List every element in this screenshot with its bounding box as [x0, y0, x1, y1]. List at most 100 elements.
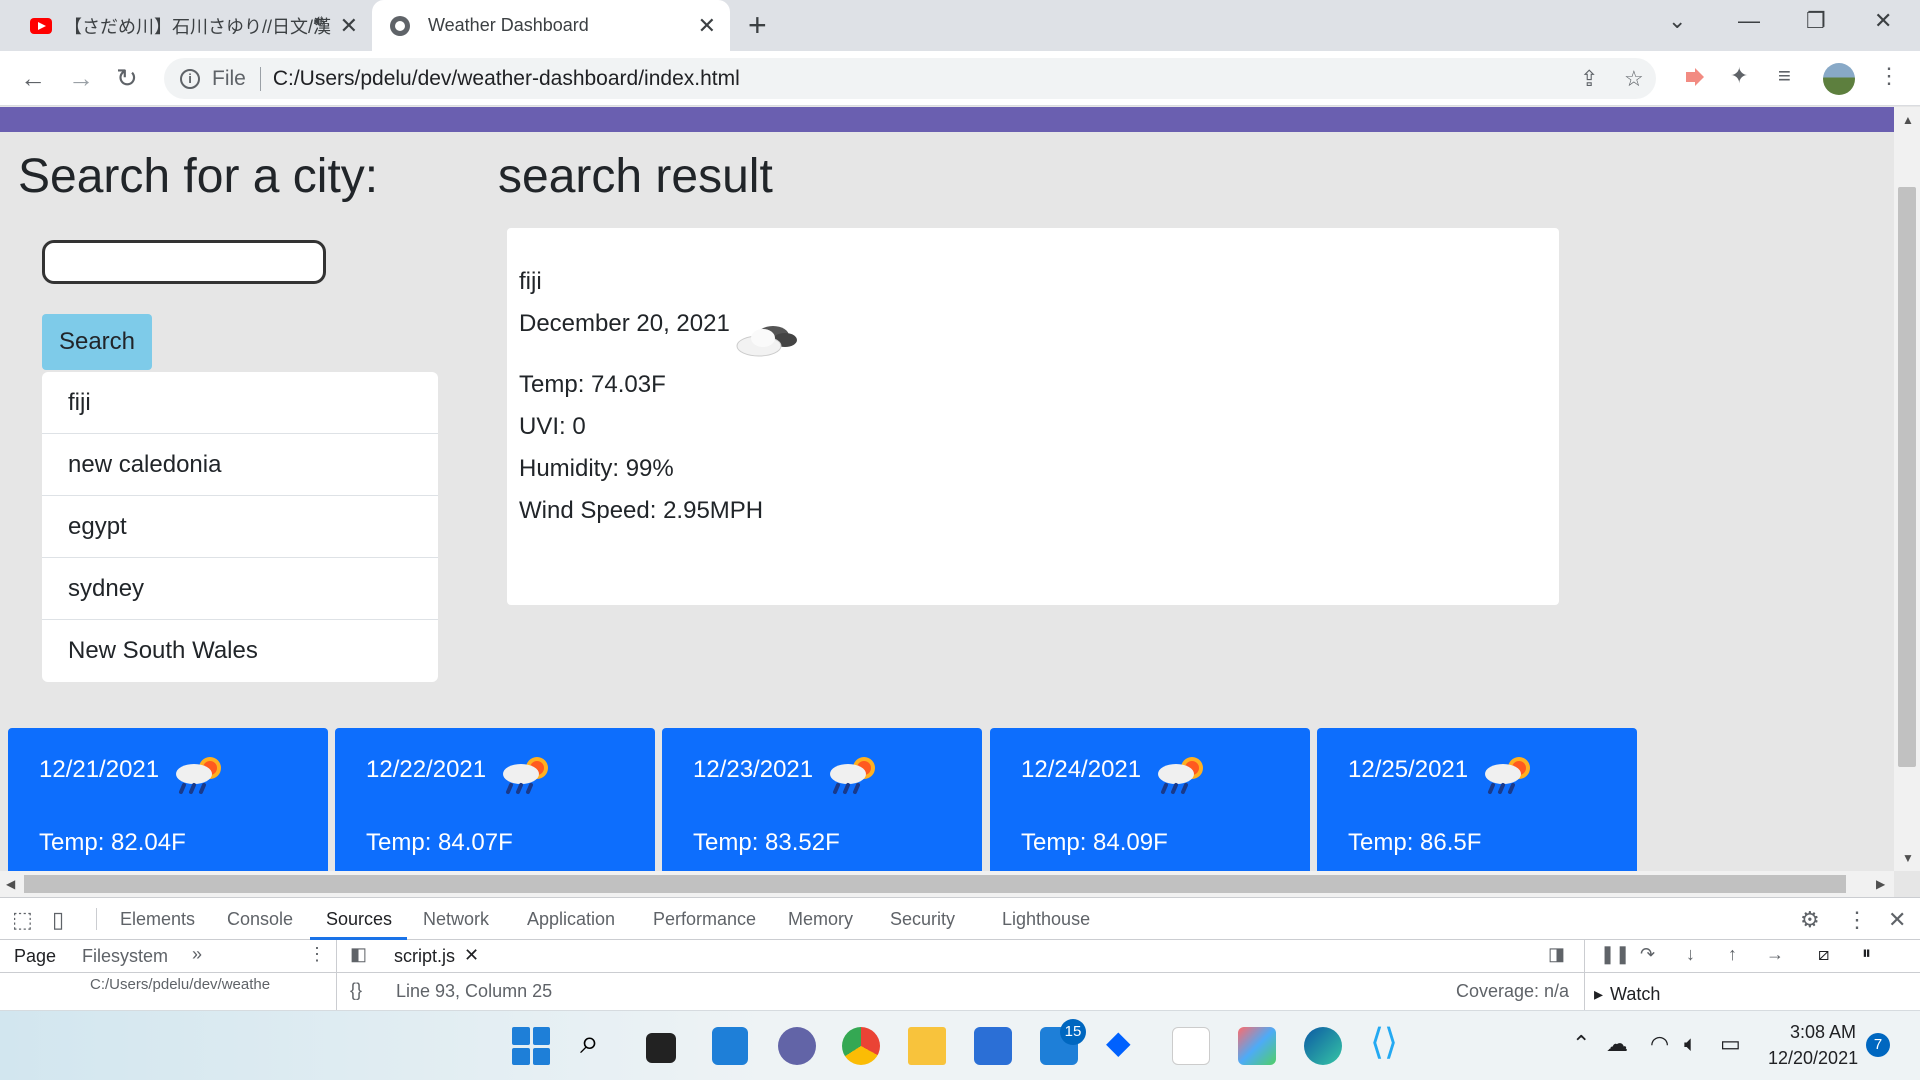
forward-button[interactable]: → — [68, 63, 94, 94]
history-item[interactable]: new caledonia — [42, 434, 438, 496]
reload-button[interactable]: ↻ — [116, 63, 138, 94]
menu-kebab-icon[interactable]: ⋮ — [1878, 63, 1900, 89]
tab-console[interactable]: Console — [227, 909, 293, 930]
media-control-icon[interactable]: ≡ — [1778, 63, 1791, 89]
battery-icon[interactable]: ▭ — [1720, 1031, 1741, 1057]
tab-network[interactable]: Network — [423, 909, 489, 930]
navigator-tab-filesystem[interactable]: Filesystem — [82, 946, 168, 967]
volume-icon[interactable]: 🔈︎ — [1684, 1031, 1697, 1057]
scroll-left-arrow-icon[interactable]: ◀ — [6, 877, 15, 891]
wifi-icon[interactable]: ◠ — [1650, 1031, 1669, 1057]
start-menu-icon[interactable] — [512, 1027, 550, 1065]
more-options-icon[interactable]: ⋮ — [1846, 907, 1868, 933]
extensions-puzzle-icon[interactable]: ✦ — [1730, 63, 1748, 89]
onedrive-icon[interactable]: ☁ — [1606, 1031, 1628, 1057]
pause-icon[interactable]: ❚❚ — [1600, 944, 1630, 965]
show-hidden-icons-chevron[interactable]: ⌃ — [1572, 1031, 1590, 1057]
file-explorer-icon[interactable] — [908, 1027, 946, 1065]
tab-security[interactable]: Security — [890, 909, 955, 930]
audio-playing-icon[interactable]: 🔊︎ — [314, 13, 324, 31]
vscode-icon[interactable]: ⟨⟩ — [1370, 1021, 1408, 1062]
vertical-scroll-thumb[interactable] — [1898, 187, 1916, 767]
scroll-down-arrow-icon[interactable]: ▼ — [1902, 851, 1914, 865]
horizontal-scrollbar[interactable]: ◀ ▶ — [0, 871, 1894, 897]
scroll-right-arrow-icon[interactable]: ▶ — [1876, 877, 1885, 891]
tab-application[interactable]: Application — [527, 909, 615, 930]
bookmark-star-icon[interactable]: ☆ — [1624, 66, 1644, 92]
url-divider — [259, 66, 261, 91]
scroll-up-arrow-icon[interactable]: ▲ — [1902, 113, 1914, 127]
result-heading: search result — [498, 150, 773, 203]
vertical-scrollbar[interactable]: ▲ ▼ — [1894, 107, 1920, 871]
toggle-navigator-icon[interactable]: ◧ — [350, 944, 367, 965]
history-item[interactable]: sydney — [42, 558, 438, 620]
step-out-icon[interactable]: ↑ — [1728, 944, 1737, 965]
tab-weather-dashboard[interactable]: Weather Dashboard ✕ — [372, 0, 730, 51]
tab-search-chevron-icon[interactable]: ⌄ — [1668, 8, 1686, 34]
close-window-button[interactable]: ✕ — [1874, 8, 1892, 34]
forecast-temp: Temp: 82.04F — [39, 829, 186, 856]
mail-badge: 15 — [1060, 1019, 1086, 1045]
step-into-icon[interactable]: ↓ — [1686, 944, 1695, 965]
teams-chat-icon[interactable] — [778, 1027, 816, 1065]
history-item[interactable]: egypt — [42, 496, 438, 558]
browser-toolbar: ← → ↻ i File C:/Users/pdelu/dev/weather-… — [0, 51, 1920, 106]
profile-avatar[interactable] — [1823, 63, 1855, 95]
history-item[interactable]: fiji — [42, 372, 438, 434]
history-item[interactable]: New South Wales — [42, 620, 438, 682]
search-icon[interactable]: ⌕ — [580, 1023, 618, 1061]
minimize-button[interactable]: — — [1738, 8, 1760, 34]
watch-expand-icon[interactable]: ▸ — [1594, 984, 1603, 1005]
navigator-tab-page[interactable]: Page — [14, 946, 56, 967]
tab-youtube[interactable]: 【さだめ川】石川さゆり//日文/漢 🔊︎ ✕ — [20, 0, 372, 51]
tab-lighthouse[interactable]: Lighthouse — [1002, 909, 1090, 930]
task-view-icon[interactable] — [646, 1033, 676, 1063]
chrome-icon[interactable] — [842, 1027, 880, 1065]
close-devtools-icon[interactable]: ✕ — [1888, 907, 1906, 933]
settings-gear-icon[interactable]: ⚙ — [1800, 907, 1820, 933]
url-text[interactable]: C:/Users/pdelu/dev/weather-dashboard/ind… — [273, 67, 740, 91]
city-search-input[interactable] — [42, 240, 326, 284]
back-button[interactable]: ← — [20, 63, 46, 94]
dropbox-icon[interactable]: ◆ — [1106, 1023, 1144, 1061]
close-file-icon[interactable]: ✕ — [464, 945, 479, 966]
navigator-path[interactable]: C:/Users/pdelu/dev/weathe — [90, 976, 310, 993]
share-icon[interactable]: ⇪ — [1580, 66, 1598, 92]
forecast-date: 12/25/2021 — [1348, 756, 1469, 783]
divider — [336, 940, 337, 1012]
deactivate-breakpoints-icon[interactable]: ⧄ — [1818, 944, 1829, 965]
pause-on-exceptions-icon[interactable]: ⏸︎ — [1862, 943, 1871, 964]
clock-time[interactable]: 3:08 AM — [1790, 1022, 1856, 1043]
restore-button[interactable]: ❐ — [1806, 8, 1826, 34]
browser-tab-strip: 【さだめ川】石川さゆり//日文/漢 🔊︎ ✕ Weather Dashboard… — [0, 0, 1920, 51]
clock-date[interactable]: 12/20/2021 — [1768, 1048, 1858, 1069]
search-button[interactable]: Search — [42, 314, 152, 370]
watch-section[interactable]: Watch — [1610, 984, 1660, 1005]
tab-performance[interactable]: Performance — [653, 909, 756, 930]
step-over-icon[interactable]: ↷ — [1640, 944, 1655, 965]
app-icon[interactable] — [1238, 1027, 1276, 1065]
address-bar[interactable]: i File C:/Users/pdelu/dev/weather-dashbo… — [164, 58, 1656, 99]
info-icon[interactable]: i — [180, 68, 200, 89]
pretty-print-icon[interactable]: {} — [350, 980, 362, 1001]
close-tab-icon[interactable]: ✕ — [698, 13, 716, 39]
navigator-menu-icon[interactable]: ⋮ — [308, 944, 326, 965]
more-tabs-chevron-icon[interactable]: » — [192, 944, 202, 965]
microsoft-store-icon[interactable] — [974, 1027, 1012, 1065]
step-icon[interactable]: → — [1766, 944, 1784, 965]
device-toolbar-icon[interactable]: ▯ — [52, 907, 64, 933]
tab-sources[interactable]: Sources — [326, 909, 392, 930]
new-tab-button[interactable]: + — [748, 7, 767, 44]
tab-elements[interactable]: Elements — [120, 909, 195, 930]
amazon-icon[interactable] — [1172, 1027, 1210, 1065]
horizontal-scroll-thumb[interactable] — [24, 875, 1846, 893]
inspect-element-icon[interactable]: ⬚ — [12, 907, 33, 933]
widgets-icon[interactable] — [712, 1027, 748, 1065]
tab-memory[interactable]: Memory — [788, 909, 853, 930]
open-file-tab[interactable]: script.js — [394, 946, 455, 967]
toggle-debugger-icon[interactable]: ◨ — [1548, 944, 1565, 965]
edge-icon[interactable] — [1304, 1027, 1342, 1065]
extension-icon[interactable] — [1682, 64, 1708, 90]
close-tab-icon[interactable]: ✕ — [340, 13, 358, 39]
notification-badge[interactable]: 7 — [1866, 1033, 1890, 1057]
